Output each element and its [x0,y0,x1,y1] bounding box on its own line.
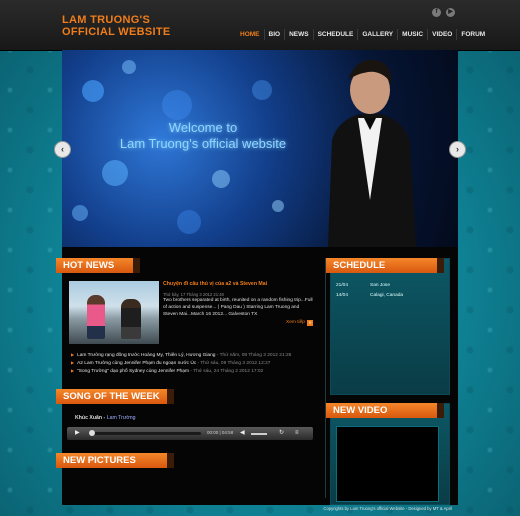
news-item-meta: - Thứ sáu, 09 Tháng 3 2012 12:27 [196,361,271,366]
hero-slider: Welcome to Lam Truong's official website [62,50,458,247]
repeat-icon[interactable]: ↻ [279,429,284,438]
volume-icon[interactable]: ◀ [240,429,245,438]
logo-line-2: OFFICIAL WEBSITE [62,26,171,38]
play-icon[interactable]: ▶ [75,429,80,438]
news-date: Thứ bảy, 17 Tháng 3 2012 21:48 [163,292,224,297]
main-nav: HOME BIO NEWS SCHEDULE GALLERY MUSIC VID… [236,29,489,40]
volume-slider[interactable] [251,433,267,435]
schedule-date: 21/04 [336,283,349,288]
new-video-header: NEW VIDEO [326,403,444,418]
read-more-icon[interactable]: » [307,320,313,326]
welcome-line-1: Welcome to [168,120,238,135]
news-item-title: "Song Trường" dạo phố Sydney cùng Jennif… [77,369,189,374]
column-divider [325,258,326,498]
nav-bio[interactable]: BIO [263,29,285,40]
facebook-icon[interactable]: f [432,8,441,17]
read-more-link[interactable]: Xem tiếp [286,320,305,325]
news-item-title: Lam Trường rạng đông trước Hoàng My, Thi… [77,353,216,358]
schedule-place: San Jose [370,283,391,288]
hot-news-header: HOT NEWS [56,258,140,273]
schedule-row[interactable]: 21/04 San Jose [336,283,390,288]
nav-music[interactable]: MUSIC [397,29,427,40]
schedule-row[interactable]: 14/04 Calagi, Canada [336,293,403,298]
schedule-box [330,258,450,395]
welcome-line-2: Lam Truong's official website [119,136,287,151]
youtube-icon[interactable]: ▶ [446,8,455,17]
audio-player: Khúc Xuân - Lam Trường ▶ 00:00 | 04:58 ◀… [67,411,313,440]
footer-copyright: Copyrights by Lam Truong's official Webs… [323,506,452,511]
schedule-header: SCHEDULE [326,258,444,273]
news-list-item[interactable]: ▶ "Song Trường" dạo phố Sydney cùng Jenni… [71,368,263,374]
video-player[interactable] [336,426,439,502]
song-info: Khúc Xuân - Lam Trường [75,415,136,421]
bullet-icon: ▶ [71,368,75,373]
bullet-icon: ▶ [71,360,75,365]
nav-news[interactable]: NEWS [284,29,313,40]
site-logo[interactable]: LAM TRUONG'S OFFICIAL WEBSITE [62,14,170,38]
slider-prev-button[interactable]: ‹ [54,141,71,158]
news-item-meta: - Thứ sáu, 24 Tháng 2 2012 17:02 [188,369,264,374]
schedule-date: 14/04 [336,293,349,298]
schedule-place: Calagi, Canada [370,293,404,298]
song-title: Khúc Xuân [75,415,103,421]
nav-schedule[interactable]: SCHEDULE [312,29,358,40]
welcome-text: Welcome to Lam Truong's official website [88,120,318,152]
slider-next-button[interactable]: › [449,141,466,158]
playlist-icon[interactable]: ≡ [295,429,299,438]
nav-video[interactable]: VIDEO [427,29,456,40]
top-bar: LAM TRUONG'S OFFICIAL WEBSITE f ▶ HOME B… [0,0,520,51]
news-thumbnail[interactable] [69,281,159,344]
time-readout: 00:00 | 04:58 [207,430,234,435]
progress-knob[interactable] [89,430,95,436]
news-item-title: A2 Lam Trường cùng Jennifer Phạm đu ngoạ… [77,361,197,366]
bullet-icon: ▶ [71,352,75,357]
player-controls: ▶ 00:00 | 04:58 ◀ ↻ ≡ [67,427,313,440]
nav-forum[interactable]: FORUM [456,29,489,40]
song-of-week-header: SONG OF THE WEEK [56,389,174,404]
news-list-item[interactable]: ▶ A2 Lam Trường cùng Jennifer Phạm đu ngo… [71,360,270,366]
news-list-item[interactable]: ▶ Lam Trường rạng đông trước Hoàng My, Th… [71,352,291,358]
nav-gallery[interactable]: GALLERY [357,29,397,40]
nav-home[interactable]: HOME [236,29,264,40]
new-pictures-header: NEW PICTURES [56,453,174,468]
news-body: Two brothers separated at birth, reunite… [163,298,313,317]
artist-photo [328,59,416,247]
progress-track[interactable] [91,432,201,435]
footer: Copyrights by Lam Truong's official Webs… [0,505,520,516]
news-headline[interactable]: Chuyện đi câu thú vị của a2 và Steven Ma… [163,281,267,287]
news-item-meta: - Thứ năm, 08 Tháng 3 2012 21:26 [215,353,292,358]
song-artist: Lam Trường [106,415,136,421]
logo-line-1: LAM TRUONG'S [62,14,151,26]
